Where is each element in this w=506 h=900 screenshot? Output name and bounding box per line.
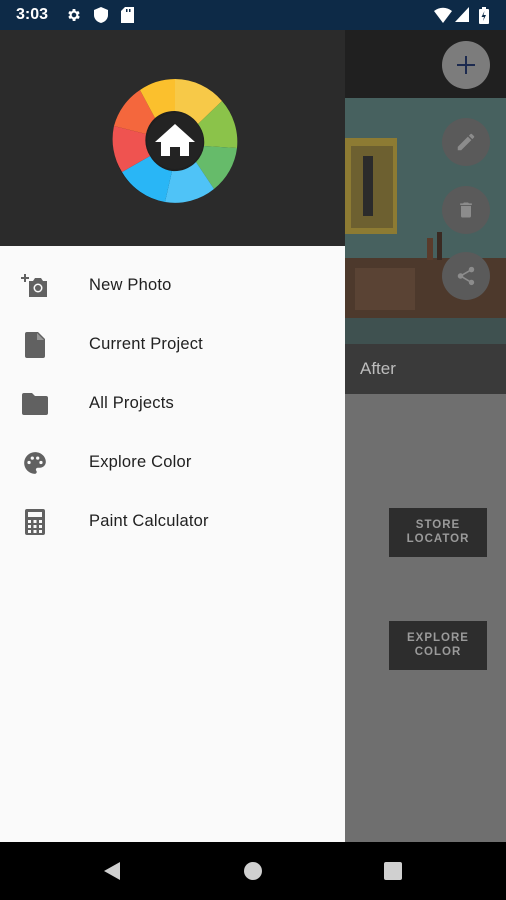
store-locator-label-line2: LOCATOR	[406, 533, 470, 545]
home-icon	[244, 862, 262, 880]
menu-item-current-project[interactable]: Current Project	[0, 315, 345, 374]
calculator-icon	[20, 507, 50, 537]
menu-item-new-photo[interactable]: New Photo	[0, 256, 345, 315]
menu-item-all-projects[interactable]: All Projects	[0, 374, 345, 433]
after-label: After	[360, 359, 396, 378]
store-locator-button[interactable]: STORE LOCATOR	[389, 508, 487, 557]
status-time: 3:03	[16, 6, 49, 23]
app-logo	[112, 79, 238, 203]
delete-icon	[460, 202, 472, 218]
menu-item-explore-color[interactable]: Explore Color	[0, 433, 345, 492]
menu-item-label: New Photo	[89, 276, 172, 294]
recents-icon	[384, 862, 402, 880]
battery-icon	[479, 7, 489, 24]
delete-button[interactable]	[442, 186, 490, 234]
add-button[interactable]	[442, 41, 490, 89]
add-icon	[457, 56, 475, 74]
wifi-icon	[434, 7, 452, 23]
edit-button[interactable]	[442, 118, 490, 166]
sd-card-icon	[121, 7, 134, 23]
menu-item-label: All Projects	[89, 394, 174, 412]
back-icon	[104, 862, 120, 880]
edit-icon	[457, 133, 475, 151]
share-icon	[457, 266, 475, 286]
drawer-header	[0, 30, 345, 246]
system-nav-bar	[0, 842, 506, 900]
menu-item-label: Current Project	[89, 335, 203, 353]
menu-item-paint-calculator[interactable]: Paint Calculator	[0, 492, 345, 551]
menu-item-label: Explore Color	[89, 453, 192, 471]
share-button[interactable]	[442, 252, 490, 300]
back-button[interactable]	[100, 859, 124, 883]
explore-color-label-line2: COLOR	[414, 646, 462, 658]
signal-icon	[455, 7, 469, 22]
palette-icon	[20, 448, 50, 478]
shield-icon	[94, 7, 108, 23]
folder-icon	[20, 389, 50, 419]
home-button[interactable]	[241, 859, 265, 883]
store-locator-label-line1: STORE	[415, 519, 461, 531]
after-bar: After	[345, 344, 506, 394]
status-bar: 3:03	[0, 0, 506, 30]
menu-item-label: Paint Calculator	[89, 512, 209, 530]
add-photo-icon	[20, 271, 50, 301]
navigation-drawer: New Photo Current Project All Projects E…	[0, 30, 345, 842]
recents-button[interactable]	[381, 859, 405, 883]
settings-icon	[68, 9, 80, 21]
explore-color-button[interactable]: EXPLORE COLOR	[389, 621, 487, 670]
document-icon	[20, 330, 50, 360]
explore-color-label-line1: EXPLORE	[407, 632, 469, 644]
